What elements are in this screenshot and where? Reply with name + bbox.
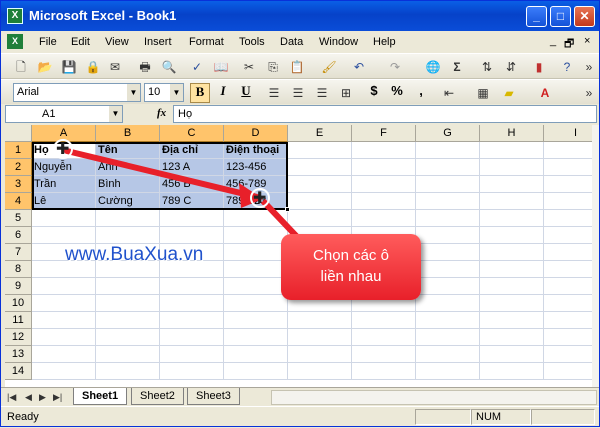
status-bar: Ready NUM (1, 406, 599, 426)
excel-window: X Microsoft Excel - Book1 _ □ ✕ X File E… (0, 0, 600, 427)
cell-cursor-icon: ✚ (56, 139, 69, 158)
horizontal-scrollbar[interactable] (271, 390, 597, 405)
arrow-line (64, 148, 260, 200)
status-text: Ready (7, 411, 39, 423)
annotation-arrows: ✚ ✚ (53, 139, 304, 244)
sheet-tab-1[interactable]: Sheet1 (73, 388, 128, 405)
sheet-tab-2[interactable]: Sheet2 (131, 388, 184, 405)
status-pane-empty (531, 409, 595, 425)
callout-line-1: Chọn các ô (313, 247, 389, 264)
prev-sheet-icon[interactable]: ◀ (25, 392, 32, 403)
sheet-tab-3[interactable]: Sheet3 (187, 388, 240, 405)
first-sheet-icon[interactable]: |◀ (7, 392, 16, 403)
num-lock-indicator: NUM (471, 409, 531, 425)
callout-box: Chọn các ô liền nhau (281, 234, 421, 300)
cell-cursor-icon: ✚ (253, 188, 266, 207)
status-pane-empty (415, 409, 471, 425)
callout-line-2: liền nhau (320, 268, 382, 285)
sheet-tab-bar: |◀ ◀ ▶ ▶| Sheet1 Sheet2 Sheet3 (1, 387, 599, 406)
last-sheet-icon[interactable]: ▶| (53, 392, 62, 403)
next-sheet-icon[interactable]: ▶ (39, 392, 46, 403)
